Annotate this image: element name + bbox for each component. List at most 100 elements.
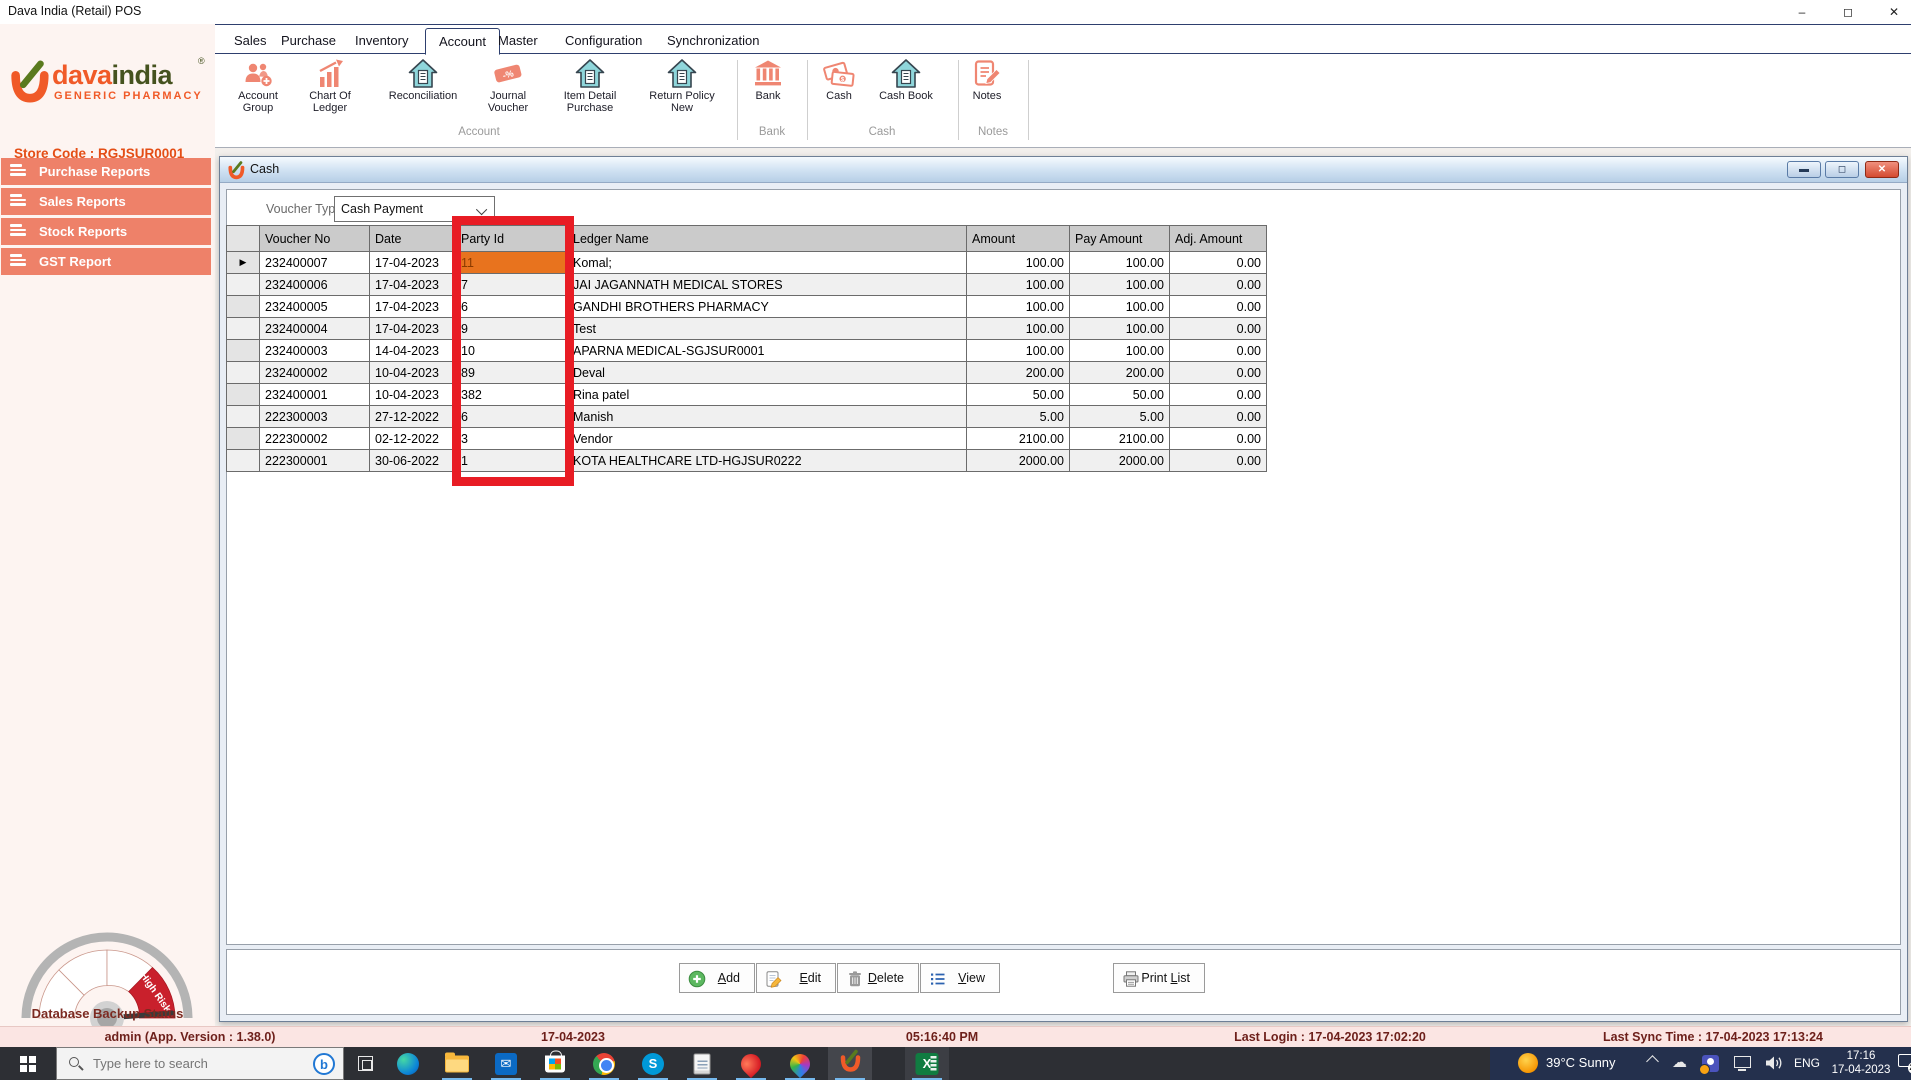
cell-amount[interactable]: 2000.00 bbox=[967, 450, 1070, 472]
column-header-party-id[interactable]: Party Id bbox=[456, 226, 571, 252]
ribbon-button-account-group[interactable]: Account Group bbox=[227, 58, 289, 130]
table-row[interactable]: 23240000617-04-20237JAI JAGANNATH MEDICA… bbox=[227, 274, 1267, 296]
cell-adj-amount[interactable]: 0.00 bbox=[1170, 406, 1267, 428]
cell-party-id[interactable]: 9 bbox=[456, 318, 571, 340]
cell-voucher-no[interactable]: 232400007 bbox=[260, 252, 370, 274]
network-icon[interactable] bbox=[1734, 1056, 1751, 1068]
sidebar-item-gst-report[interactable]: GST Report bbox=[1, 248, 211, 275]
taskbar-search[interactable]: b bbox=[56, 1047, 344, 1080]
chrome-icon[interactable] bbox=[582, 1047, 626, 1080]
cell-date[interactable]: 02-12-2022 bbox=[370, 428, 456, 450]
cell-amount[interactable]: 2100.00 bbox=[967, 428, 1070, 450]
start-button[interactable] bbox=[0, 1047, 56, 1080]
cell-adj-amount[interactable]: 0.00 bbox=[1170, 318, 1267, 340]
cell-voucher-no[interactable]: 222300001 bbox=[260, 450, 370, 472]
onedrive-cloud-icon[interactable]: ☁ bbox=[1672, 1055, 1687, 1071]
cell-adj-amount[interactable]: 0.00 bbox=[1170, 384, 1267, 406]
ribbon-button-notes[interactable]: Notes bbox=[959, 58, 1015, 130]
view-button[interactable]: View bbox=[920, 963, 1000, 993]
column-header-date[interactable]: Date bbox=[370, 226, 456, 252]
volume-icon[interactable] bbox=[1764, 1055, 1784, 1071]
column-header-pay-amount[interactable]: Pay Amount bbox=[1070, 226, 1170, 252]
cell-ledger-name[interactable]: Vendor bbox=[571, 428, 967, 450]
skype-icon[interactable]: S bbox=[631, 1047, 675, 1080]
cell-date[interactable]: 17-04-2023 bbox=[370, 274, 456, 296]
cell-ledger-name[interactable]: APARNA MEDICAL-SGJSUR0001 bbox=[571, 340, 967, 362]
taskbar-clock[interactable]: 17:1617-04-2023 bbox=[1830, 1049, 1892, 1077]
add-button[interactable]: Add bbox=[679, 963, 755, 993]
column-header-indicator[interactable] bbox=[227, 226, 260, 252]
cell-voucher-no[interactable]: 232400002 bbox=[260, 362, 370, 384]
cell-amount[interactable]: 50.00 bbox=[967, 384, 1070, 406]
cell-party-id[interactable]: 11 bbox=[456, 252, 571, 274]
column-header-adj--amount[interactable]: Adj. Amount bbox=[1170, 226, 1267, 252]
excel-icon[interactable]: X bbox=[905, 1047, 949, 1080]
sidebar-item-sales-reports[interactable]: Sales Reports bbox=[1, 188, 211, 215]
cell-pay-amount[interactable]: 100.00 bbox=[1070, 296, 1170, 318]
notification-center-icon[interactable]: 21 bbox=[1898, 1054, 1911, 1071]
cell-party-id[interactable]: 6 bbox=[456, 296, 571, 318]
table-row[interactable]: ▶23240000717-04-202311Komal;100.00100.00… bbox=[227, 252, 1267, 274]
cell-ledger-name[interactable]: Komal; bbox=[571, 252, 967, 274]
table-row[interactable]: 22230000130-06-20221KOTA HEALTHCARE LTD-… bbox=[227, 450, 1267, 472]
cell-adj-amount[interactable]: 0.00 bbox=[1170, 362, 1267, 384]
cell-date[interactable]: 17-04-2023 bbox=[370, 296, 456, 318]
language-indicator[interactable]: ENG bbox=[1794, 1056, 1820, 1070]
close-icon[interactable]: ✕ bbox=[1871, 0, 1911, 24]
cell-voucher-no[interactable]: 232400001 bbox=[260, 384, 370, 406]
window-minimize-icon[interactable]: ▬ bbox=[1787, 161, 1821, 178]
ribbon-button-reconciliation[interactable]: Reconciliation bbox=[375, 58, 471, 130]
edit-button[interactable]: Edit bbox=[756, 963, 836, 993]
cell-pay-amount[interactable]: 50.00 bbox=[1070, 384, 1170, 406]
cell-pay-amount[interactable]: 100.00 bbox=[1070, 252, 1170, 274]
cell-date[interactable]: 10-04-2023 bbox=[370, 384, 456, 406]
ribbon-button-item-detail-purchase[interactable]: Item Detail Purchase bbox=[549, 58, 631, 130]
table-row[interactable]: 23240000314-04-202310APARNA MEDICAL-SGJS… bbox=[227, 340, 1267, 362]
ribbon-button-chart-of-ledger[interactable]: Chart Of Ledger bbox=[297, 58, 363, 130]
window-close-icon[interactable]: ✕ bbox=[1865, 161, 1899, 178]
cell-voucher-no[interactable]: 232400003 bbox=[260, 340, 370, 362]
cell-adj-amount[interactable]: 0.00 bbox=[1170, 252, 1267, 274]
cell-party-id[interactable]: 89 bbox=[456, 362, 571, 384]
cell-voucher-no[interactable]: 222300003 bbox=[260, 406, 370, 428]
tab-inventory[interactable]: Inventory bbox=[342, 28, 421, 55]
cell-adj-amount[interactable]: 0.00 bbox=[1170, 340, 1267, 362]
file-explorer-icon[interactable] bbox=[435, 1047, 479, 1080]
cell-voucher-no[interactable]: 232400005 bbox=[260, 296, 370, 318]
delete-button[interactable]: Delete bbox=[837, 963, 919, 993]
cell-party-id[interactable]: 6 bbox=[456, 406, 571, 428]
edge-icon[interactable] bbox=[386, 1047, 430, 1080]
column-header-amount[interactable]: Amount bbox=[967, 226, 1070, 252]
maximize-icon[interactable]: ◻ bbox=[1825, 0, 1871, 24]
cell-pay-amount[interactable]: 100.00 bbox=[1070, 318, 1170, 340]
cell-amount[interactable]: 100.00 bbox=[967, 252, 1070, 274]
cell-ledger-name[interactable]: Deval bbox=[571, 362, 967, 384]
cell-date[interactable]: 27-12-2022 bbox=[370, 406, 456, 428]
mail-icon[interactable]: ✉ bbox=[484, 1047, 528, 1080]
table-row[interactable]: 22230000202-12-20223Vendor2100.002100.00… bbox=[227, 428, 1267, 450]
cell-date[interactable]: 30-06-2022 bbox=[370, 450, 456, 472]
column-header-voucher-no[interactable]: Voucher No bbox=[260, 226, 370, 252]
cell-ledger-name[interactable]: Rina patel bbox=[571, 384, 967, 406]
cell-party-id[interactable]: 1 bbox=[456, 450, 571, 472]
cell-adj-amount[interactable]: 0.00 bbox=[1170, 428, 1267, 450]
bing-icon[interactable]: b bbox=[313, 1053, 335, 1075]
cell-voucher-no[interactable]: 222300002 bbox=[260, 428, 370, 450]
ribbon-button-return-policy-new[interactable]: Return Policy New bbox=[639, 58, 725, 130]
tab-configuration[interactable]: Configuration bbox=[552, 28, 655, 55]
task-view-icon[interactable] bbox=[358, 1056, 373, 1071]
cell-amount[interactable]: 5.00 bbox=[967, 406, 1070, 428]
tab-purchase[interactable]: Purchase bbox=[268, 28, 349, 55]
print-list-button[interactable]: Print List bbox=[1113, 963, 1205, 993]
cell-adj-amount[interactable]: 0.00 bbox=[1170, 274, 1267, 296]
cell-date[interactable]: 10-04-2023 bbox=[370, 362, 456, 384]
sidebar-item-purchase-reports[interactable]: Purchase Reports bbox=[1, 158, 211, 185]
voucher-type-dropdown[interactable]: Cash Payment bbox=[334, 196, 495, 222]
cell-ledger-name[interactable]: Test bbox=[571, 318, 967, 340]
cell-party-id[interactable]: 3 bbox=[456, 428, 571, 450]
cell-voucher-no[interactable]: 232400004 bbox=[260, 318, 370, 340]
cell-pay-amount[interactable]: 5.00 bbox=[1070, 406, 1170, 428]
dava-pos-icon[interactable] bbox=[828, 1047, 872, 1080]
cell-date[interactable]: 14-04-2023 bbox=[370, 340, 456, 362]
paint-droplet-icon[interactable] bbox=[778, 1047, 822, 1080]
